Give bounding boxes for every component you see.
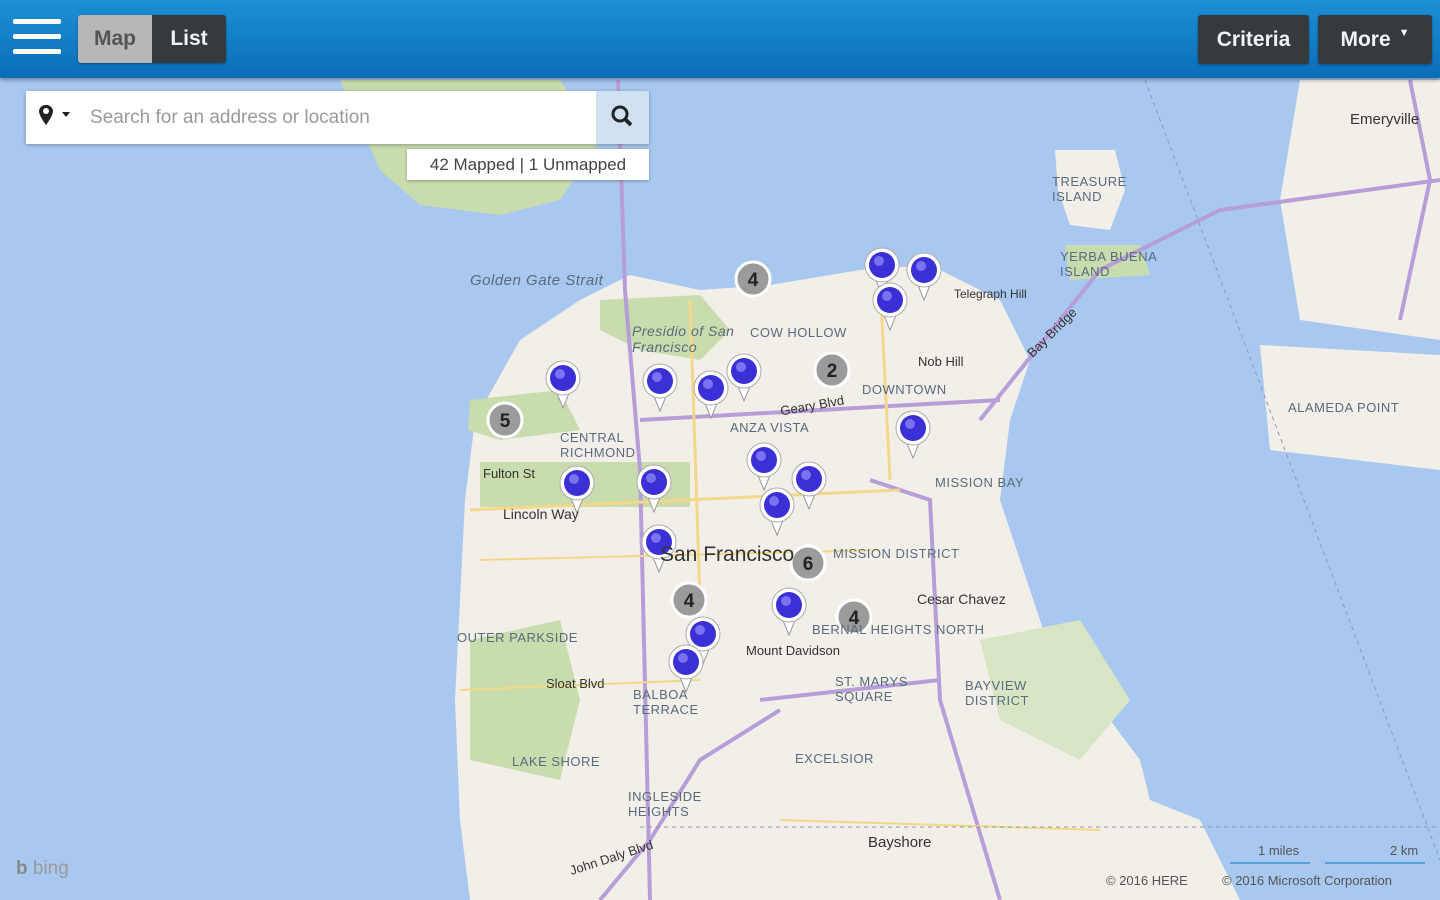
map-label: INGLESIDE HEIGHTS [628, 789, 702, 819]
copyright-here: © 2016 HERE [1106, 873, 1188, 888]
map-label: Lincoln Way [503, 506, 579, 522]
map-label: BERNAL HEIGHTS NORTH [812, 622, 985, 637]
map-label: San Francisco [660, 543, 795, 566]
map-label: Nob Hill [918, 354, 964, 369]
svg-text:4: 4 [684, 591, 695, 612]
map-label: BAYVIEW DISTRICT [965, 678, 1029, 708]
map-label: COW HOLLOW [750, 325, 847, 340]
map-label: TREASURE ISLAND [1052, 174, 1127, 204]
tab-list[interactable]: List [152, 15, 226, 63]
hamburger-icon[interactable] [13, 19, 63, 57]
cluster-marker[interactable]: 4 [670, 581, 708, 619]
svg-text:4: 4 [748, 270, 759, 291]
copyright-ms: © 2016 Microsoft Corporation [1222, 873, 1392, 888]
scale-miles: 1 miles [1258, 843, 1300, 858]
cluster-marker[interactable]: 6 [789, 544, 827, 582]
map-label: Sloat Blvd [546, 676, 605, 691]
map-pin-icon [39, 105, 70, 125]
caret-down-icon: ▼ [1398, 27, 1410, 39]
map-label: Telegraph Hill [954, 287, 1027, 301]
map-label: DOWNTOWN [862, 382, 947, 397]
search-input[interactable] [88, 99, 592, 137]
caret-down-icon [62, 112, 70, 117]
map-label: OUTER PARKSIDE [457, 630, 578, 645]
search-button[interactable] [596, 91, 649, 144]
bing-logo: b bing [16, 858, 69, 879]
search-icon [611, 105, 633, 127]
map-label: YERBA BUENA ISLAND [1060, 249, 1157, 279]
svg-text:5: 5 [500, 411, 511, 432]
map-label: ST. MARYS SQUARE [835, 674, 908, 704]
map-label: MISSION DISTRICT [833, 546, 960, 561]
map-label: EXCELSIOR [795, 751, 874, 766]
map-label: MISSION BAY [935, 475, 1025, 490]
map-label: Mount Davidson [746, 643, 840, 658]
location-type-dropdown[interactable] [36, 103, 86, 133]
mapped-count: 42 Mapped | 1 Unmapped [407, 149, 649, 180]
map-label: ALAMEDA POINT [1288, 400, 1400, 415]
scale-km: 2 km [1390, 843, 1419, 858]
map-label: Fulton St [483, 466, 536, 481]
svg-text:2: 2 [827, 361, 838, 382]
map-label: Bayshore [868, 834, 932, 851]
map-label: Presidio of San Francisco [632, 323, 735, 355]
map-label: ANZA VISTA [730, 420, 810, 435]
map-label: BALBOA TERRACE [633, 687, 699, 717]
more-button[interactable]: More ▼ [1318, 15, 1432, 64]
location-search [26, 91, 649, 144]
view-toggle: Map List [78, 15, 226, 63]
cluster-marker[interactable]: 2 [813, 351, 851, 389]
map-label: LAKE SHORE [512, 754, 601, 769]
tab-map[interactable]: Map [78, 15, 152, 63]
app-header: Map List Criteria More ▼ [0, 0, 1440, 78]
map-label: CENTRAL RICHMOND [560, 430, 636, 460]
cluster-marker[interactable]: 4 [734, 260, 772, 298]
criteria-button[interactable]: Criteria [1198, 15, 1309, 64]
map-label: Golden Gate Strait [470, 272, 604, 289]
map-label: Cesar Chavez [917, 591, 1006, 607]
scale-bar [1325, 862, 1425, 864]
svg-text:6: 6 [803, 554, 814, 575]
cluster-marker[interactable]: 5 [486, 401, 524, 439]
map-label: Emeryville [1350, 111, 1420, 128]
scale-bar [1230, 862, 1310, 864]
